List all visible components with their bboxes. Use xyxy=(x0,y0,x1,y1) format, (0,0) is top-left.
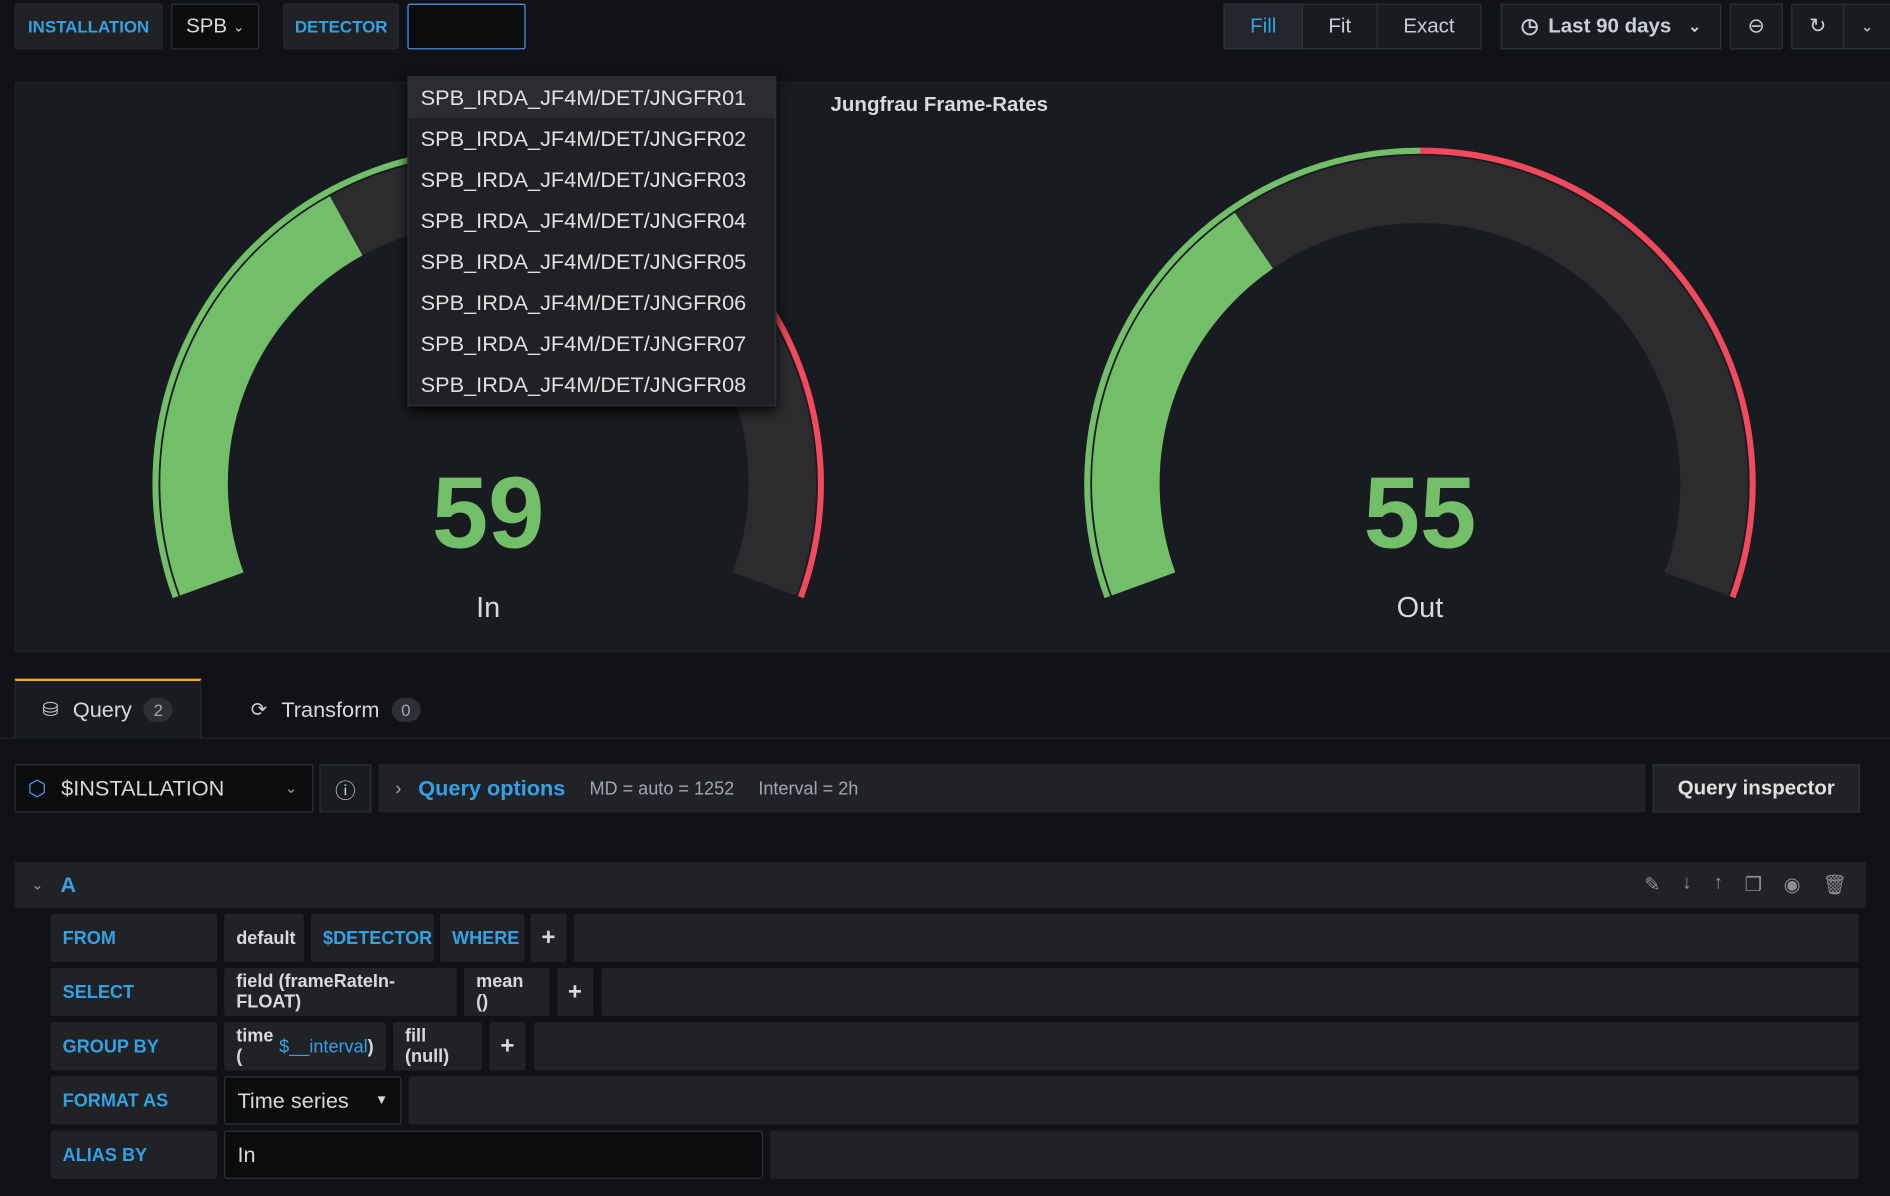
format-as-row: FORMAT AS Time series ▼ xyxy=(50,1076,1859,1125)
query-row-header: ⌄ A ✎ ↓ ↑ ❐ ◉ 🗑 xyxy=(14,861,1866,908)
time-suffix: ) xyxy=(367,1036,374,1057)
gauges xyxy=(152,147,1756,599)
trash-icon[interactable]: 🗑 xyxy=(1822,873,1846,897)
gauge-panel: Jungfrau Frame-Rates 59 In 55 Out xyxy=(14,81,1890,653)
zoom-out-icon: ⊖ xyxy=(1747,14,1765,38)
fit-button[interactable]: Fit xyxy=(1301,3,1378,50)
transform-icon: ⟳ xyxy=(250,700,267,721)
question-circle-icon: ⓘ xyxy=(335,779,356,803)
detector-option[interactable]: SPB_IRDA_JF4M/DET/JNGFR08 xyxy=(409,364,775,405)
gauge-value-out: 55 xyxy=(1363,455,1477,569)
detector-input[interactable] xyxy=(407,3,526,50)
add-select-button[interactable]: + xyxy=(556,967,594,1017)
row-filler xyxy=(770,1130,1859,1179)
query-options-label[interactable]: Query options xyxy=(418,776,565,801)
caret-down-icon: ▼ xyxy=(375,1093,389,1108)
select-field[interactable]: field (frameRateIn-FLOAT) xyxy=(224,967,457,1017)
exact-button[interactable]: Exact xyxy=(1376,3,1482,50)
row-filler xyxy=(573,913,1859,962)
chevron-down-icon: ⌄ xyxy=(1860,16,1874,35)
detector-option[interactable]: SPB_IRDA_JF4M/DET/JNGFR07 xyxy=(409,323,775,364)
gauge-value-arc-in xyxy=(160,196,363,596)
select-row: SELECT field (frameRateIn-FLOAT) mean ()… xyxy=(50,967,1859,1017)
transform-count-badge: 0 xyxy=(391,697,421,723)
chevron-down-icon: ⌄ xyxy=(233,19,245,35)
max-data-points: MD = auto = 1252 xyxy=(589,778,735,799)
tab-transform-label: Transform xyxy=(281,697,380,722)
from-row: FROM default $DETECTOR WHERE + xyxy=(50,913,1859,962)
interval-variable: $__interval xyxy=(279,1036,368,1057)
detector-option[interactable]: SPB_IRDA_JF4M/DET/JNGFR05 xyxy=(409,241,775,282)
refresh-icon: ↻ xyxy=(1809,14,1827,38)
measurement[interactable]: $DETECTOR xyxy=(310,913,434,962)
influxdb-icon: ⬡ xyxy=(27,775,47,800)
detector-option[interactable]: SPB_IRDA_JF4M/DET/JNGFR02 xyxy=(409,118,775,159)
refresh-interval-button[interactable]: ⌄ xyxy=(1843,3,1890,50)
plus-icon: + xyxy=(567,978,583,1005)
installation-value: SPB xyxy=(186,14,228,38)
fill-button[interactable]: Fill xyxy=(1223,3,1304,50)
time-prefix: time ( xyxy=(236,1025,274,1067)
chevron-down-icon: ⌄ xyxy=(1688,16,1702,35)
query-inspector-button[interactable]: Query inspector xyxy=(1652,764,1860,813)
installation-label: INSTALLATION xyxy=(14,3,163,50)
detector-option[interactable]: SPB_IRDA_JF4M/DET/JNGFR03 xyxy=(409,159,775,200)
select-aggregation[interactable]: mean () xyxy=(464,967,550,1017)
query-ref-id[interactable]: A xyxy=(60,872,76,897)
where-button[interactable]: WHERE xyxy=(439,913,525,962)
move-down-icon[interactable]: ↓ xyxy=(1682,873,1692,897)
alias-by-label: ALIAS BY xyxy=(50,1130,217,1179)
detector-option[interactable]: SPB_IRDA_JF4M/DET/JNGFR06 xyxy=(409,282,775,323)
chevron-down-icon: ⌄ xyxy=(284,778,298,797)
collapse-chevron-icon[interactable]: ⌄ xyxy=(31,876,43,893)
zoom-out-button[interactable]: ⊖ xyxy=(1729,3,1783,50)
time-range-picker[interactable]: ◷ Last 90 days ⌄ xyxy=(1500,3,1722,50)
retention-policy[interactable]: default xyxy=(224,913,304,962)
tab-query[interactable]: ⛁ Query 2 xyxy=(14,678,202,739)
add-group-by-button[interactable]: + xyxy=(489,1022,526,1071)
tab-transform[interactable]: ⟳ Transform 0 xyxy=(229,681,458,739)
select-label: SELECT xyxy=(50,967,217,1017)
row-filler xyxy=(408,1076,1859,1125)
row-filler xyxy=(601,967,1859,1017)
clock-icon: ◷ xyxy=(1520,14,1539,38)
gauge-value-in: 59 xyxy=(431,455,545,569)
add-where-button[interactable]: + xyxy=(530,913,567,962)
time-range-label: Last 90 days xyxy=(1548,14,1672,38)
detector-option[interactable]: SPB_IRDA_JF4M/DET/JNGFR04 xyxy=(409,200,775,241)
tab-query-label: Query xyxy=(72,697,132,722)
format-as-label: FORMAT AS xyxy=(50,1076,217,1125)
from-label: FROM xyxy=(50,913,217,962)
datasource-name: $INSTALLATION xyxy=(61,775,225,800)
duplicate-icon[interactable]: ❐ xyxy=(1745,873,1762,897)
group-by-row: GROUP BY time ($__interval) fill (null) … xyxy=(50,1022,1859,1071)
installation-select[interactable]: SPB ⌄ xyxy=(171,3,260,50)
database-icon: ⛁ xyxy=(42,700,59,721)
plus-icon: + xyxy=(500,1032,515,1059)
gauge-label-in: In xyxy=(476,591,501,625)
format-as-value: Time series xyxy=(237,1087,349,1112)
group-by-time[interactable]: time ($__interval) xyxy=(224,1022,386,1071)
datasource-picker[interactable]: ⬡ $INSTALLATION ⌄ xyxy=(14,764,314,813)
plus-icon: + xyxy=(541,923,556,951)
gauge-label-out: Out xyxy=(1396,591,1444,625)
alias-by-row: ALIAS BY xyxy=(50,1130,1859,1179)
chevron-right-icon: › xyxy=(395,778,402,799)
move-up-icon[interactable]: ↑ xyxy=(1713,873,1723,897)
group-by-fill[interactable]: fill (null) xyxy=(392,1022,483,1071)
edit-icon[interactable]: ✎ xyxy=(1644,873,1660,897)
detector-option[interactable]: SPB_IRDA_JF4M/DET/JNGFR01 xyxy=(408,77,776,119)
detector-dropdown: SPB_IRDA_JF4M/DET/JNGFR01 SPB_IRDA_JF4M/D… xyxy=(407,75,777,407)
help-button[interactable]: ⓘ xyxy=(319,764,372,813)
query-count-badge: 2 xyxy=(143,697,173,723)
eye-icon[interactable]: ◉ xyxy=(1784,873,1801,897)
group-by-label: GROUP BY xyxy=(50,1022,217,1071)
alias-by-input[interactable] xyxy=(224,1130,764,1179)
interval-info: Interval = 2h xyxy=(758,778,859,799)
row-filler xyxy=(533,1022,1859,1071)
refresh-button[interactable]: ↻ xyxy=(1791,3,1845,50)
query-options-bar[interactable]: › Query options MD = auto = 1252 Interval =… xyxy=(378,764,1646,813)
format-as-select[interactable]: Time series ▼ xyxy=(224,1076,402,1125)
detector-label: DETECTOR xyxy=(283,3,399,50)
